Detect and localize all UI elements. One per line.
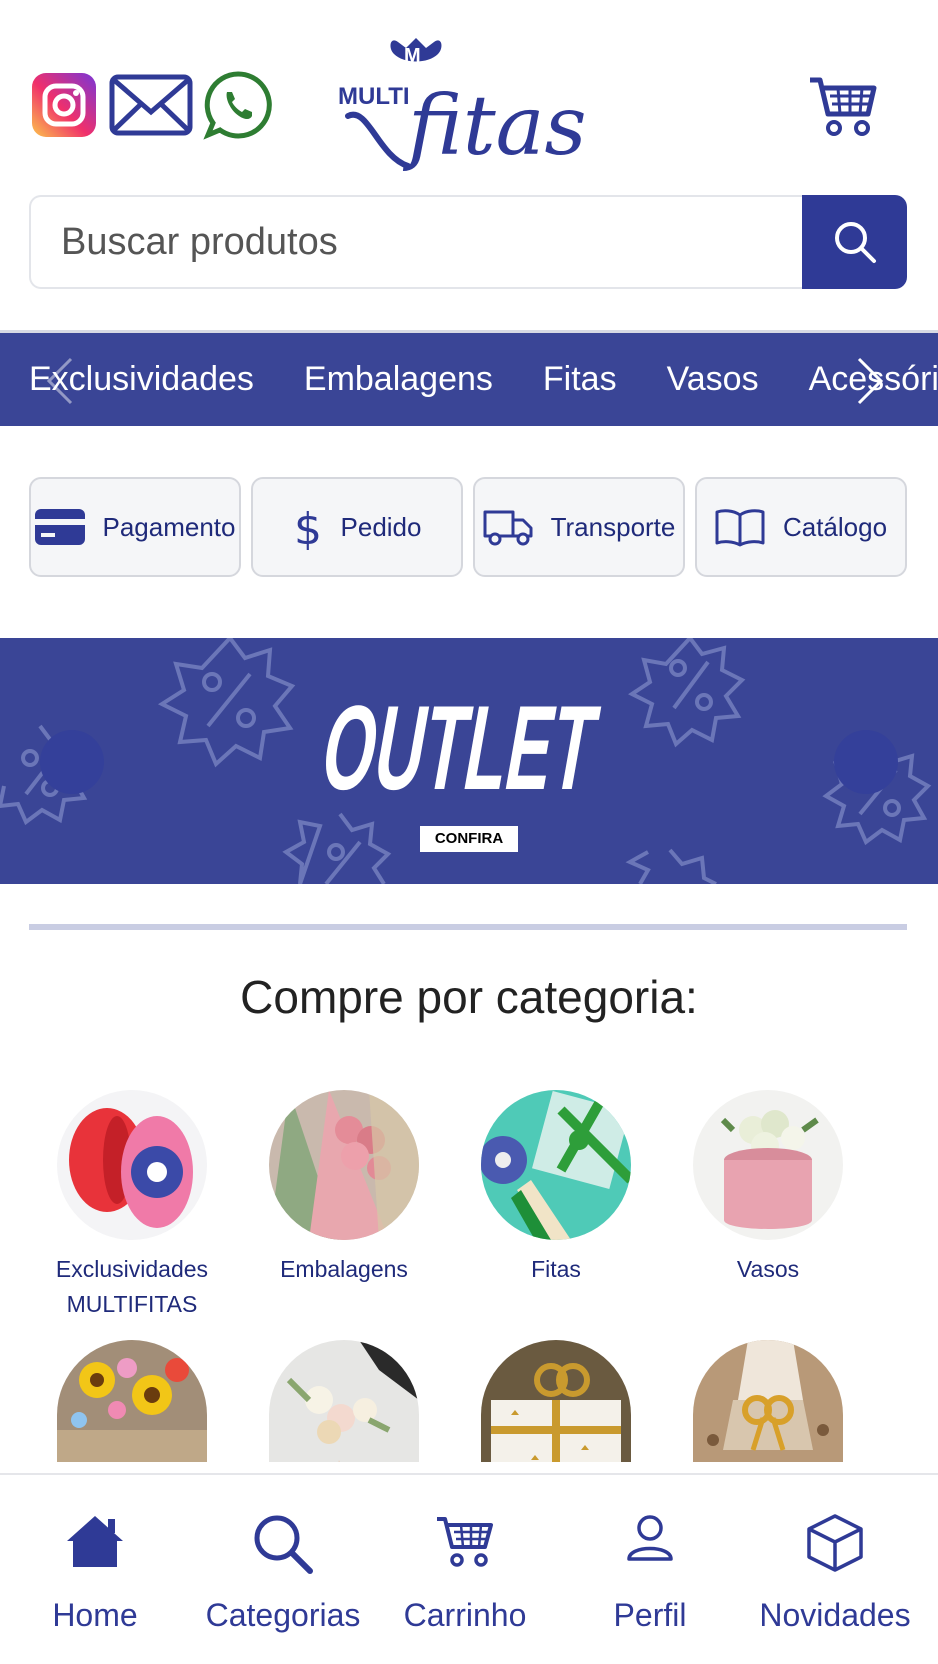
category-nav-bar: Exclusividades Embalagens Fitas Vasos Ac… <box>0 330 938 426</box>
search-icon <box>834 222 876 263</box>
catbar-item-embalagens[interactable]: Embalagens <box>304 360 493 399</box>
email-icon[interactable] <box>109 70 193 140</box>
home-icon <box>0 1513 190 1583</box>
svg-text:M: M <box>404 45 421 67</box>
bottom-nav: Home Categorias Carrinho Perfil Novidade… <box>0 1473 938 1664</box>
search-icon <box>188 1513 378 1583</box>
header-cart-icon[interactable] <box>808 74 878 140</box>
section-divider <box>29 924 907 930</box>
category-label: Exclusividades MULTIFITAS <box>55 1256 209 1317</box>
category-card[interactable]: Fitas <box>451 1090 661 1287</box>
box-icon <box>740 1513 930 1583</box>
category-card[interactable] <box>663 1340 873 1474</box>
category-card[interactable] <box>27 1340 237 1474</box>
logo-fitas-text: fitas <box>402 79 587 174</box>
category-label: Fitas <box>531 1256 581 1282</box>
book-icon <box>715 509 765 547</box>
truck-icon <box>483 510 533 546</box>
banner-next-button[interactable] <box>834 730 898 794</box>
category-image-favors <box>693 1340 843 1462</box>
search-input[interactable] <box>29 195 802 289</box>
category-label: Embalagens <box>280 1256 408 1282</box>
category-card[interactable] <box>451 1340 661 1474</box>
category-image-gift <box>481 1340 631 1462</box>
dollar-icon: $ <box>294 504 322 550</box>
transporte-button[interactable]: Transporte <box>473 477 685 577</box>
tab-home[interactable]: Home <box>0 1475 190 1664</box>
transporte-label: Transporte <box>550 511 676 542</box>
cart-icon <box>370 1513 560 1583</box>
catalogo-button[interactable]: Catálogo <box>695 477 907 577</box>
tab-perfil-label: Perfil <box>613 1597 687 1633</box>
category-image-fitas <box>481 1090 631 1240</box>
tab-home-label: Home <box>52 1597 138 1633</box>
social-links <box>29 70 273 140</box>
chevron-right-icon[interactable] <box>850 355 890 407</box>
category-image-bouquet <box>269 1340 419 1462</box>
svg-text:$: $ <box>294 504 322 550</box>
info-buttons: Pagamento $ Pedido Transporte Catálogo <box>29 477 907 577</box>
tab-novidades-label: Novidades <box>759 1597 911 1633</box>
category-card[interactable]: Exclusividades MULTIFITAS <box>27 1090 237 1322</box>
category-label: Vasos <box>736 1256 800 1282</box>
category-image-flowers <box>57 1340 207 1462</box>
section-title: Compre por categoria: <box>240 971 698 1023</box>
banner-prev-button[interactable] <box>40 730 104 794</box>
category-image-exclusividades <box>57 1090 207 1240</box>
category-card[interactable]: Embalagens <box>239 1090 449 1287</box>
header: M MULTI fitas <box>0 0 938 190</box>
catalogo-label: Catálogo <box>782 511 888 542</box>
outlet-banner[interactable]: OUTLET CONFIRA <box>0 638 938 884</box>
tab-categorias-label: Categorias <box>205 1597 361 1633</box>
search-button[interactable] <box>802 195 907 289</box>
banner-title: OUTLET <box>313 681 607 815</box>
card-icon <box>34 509 85 545</box>
tab-novidades[interactable]: Novidades <box>740 1475 930 1664</box>
tab-categorias[interactable]: Categorias <box>188 1475 378 1664</box>
brand-logo[interactable]: M MULTI fitas <box>338 36 598 176</box>
category-card[interactable] <box>239 1340 449 1474</box>
banner-cta[interactable]: CONFIRA <box>420 826 518 852</box>
category-card[interactable]: Vasos <box>663 1090 873 1287</box>
instagram-icon[interactable] <box>29 70 99 140</box>
tab-carrinho-label: Carrinho <box>403 1597 527 1633</box>
tab-carrinho[interactable]: Carrinho <box>370 1475 560 1664</box>
user-icon <box>555 1513 745 1583</box>
tab-perfil[interactable]: Perfil <box>555 1475 745 1664</box>
chevron-left-icon[interactable] <box>40 355 80 407</box>
whatsapp-icon[interactable] <box>203 70 273 140</box>
pagamento-button[interactable]: Pagamento <box>29 477 241 577</box>
category-image-vasos <box>693 1090 843 1240</box>
pedido-label: Pedido <box>340 511 422 542</box>
logo-multi-text: MULTI <box>338 83 410 110</box>
catbar-item-fitas[interactable]: Fitas <box>543 360 617 399</box>
category-image-embalagens <box>269 1090 419 1240</box>
pagamento-label: Pagamento <box>102 511 236 542</box>
catbar-item-vasos[interactable]: Vasos <box>667 360 759 399</box>
search-bar <box>29 195 907 289</box>
pedido-button[interactable]: $ Pedido <box>251 477 463 577</box>
